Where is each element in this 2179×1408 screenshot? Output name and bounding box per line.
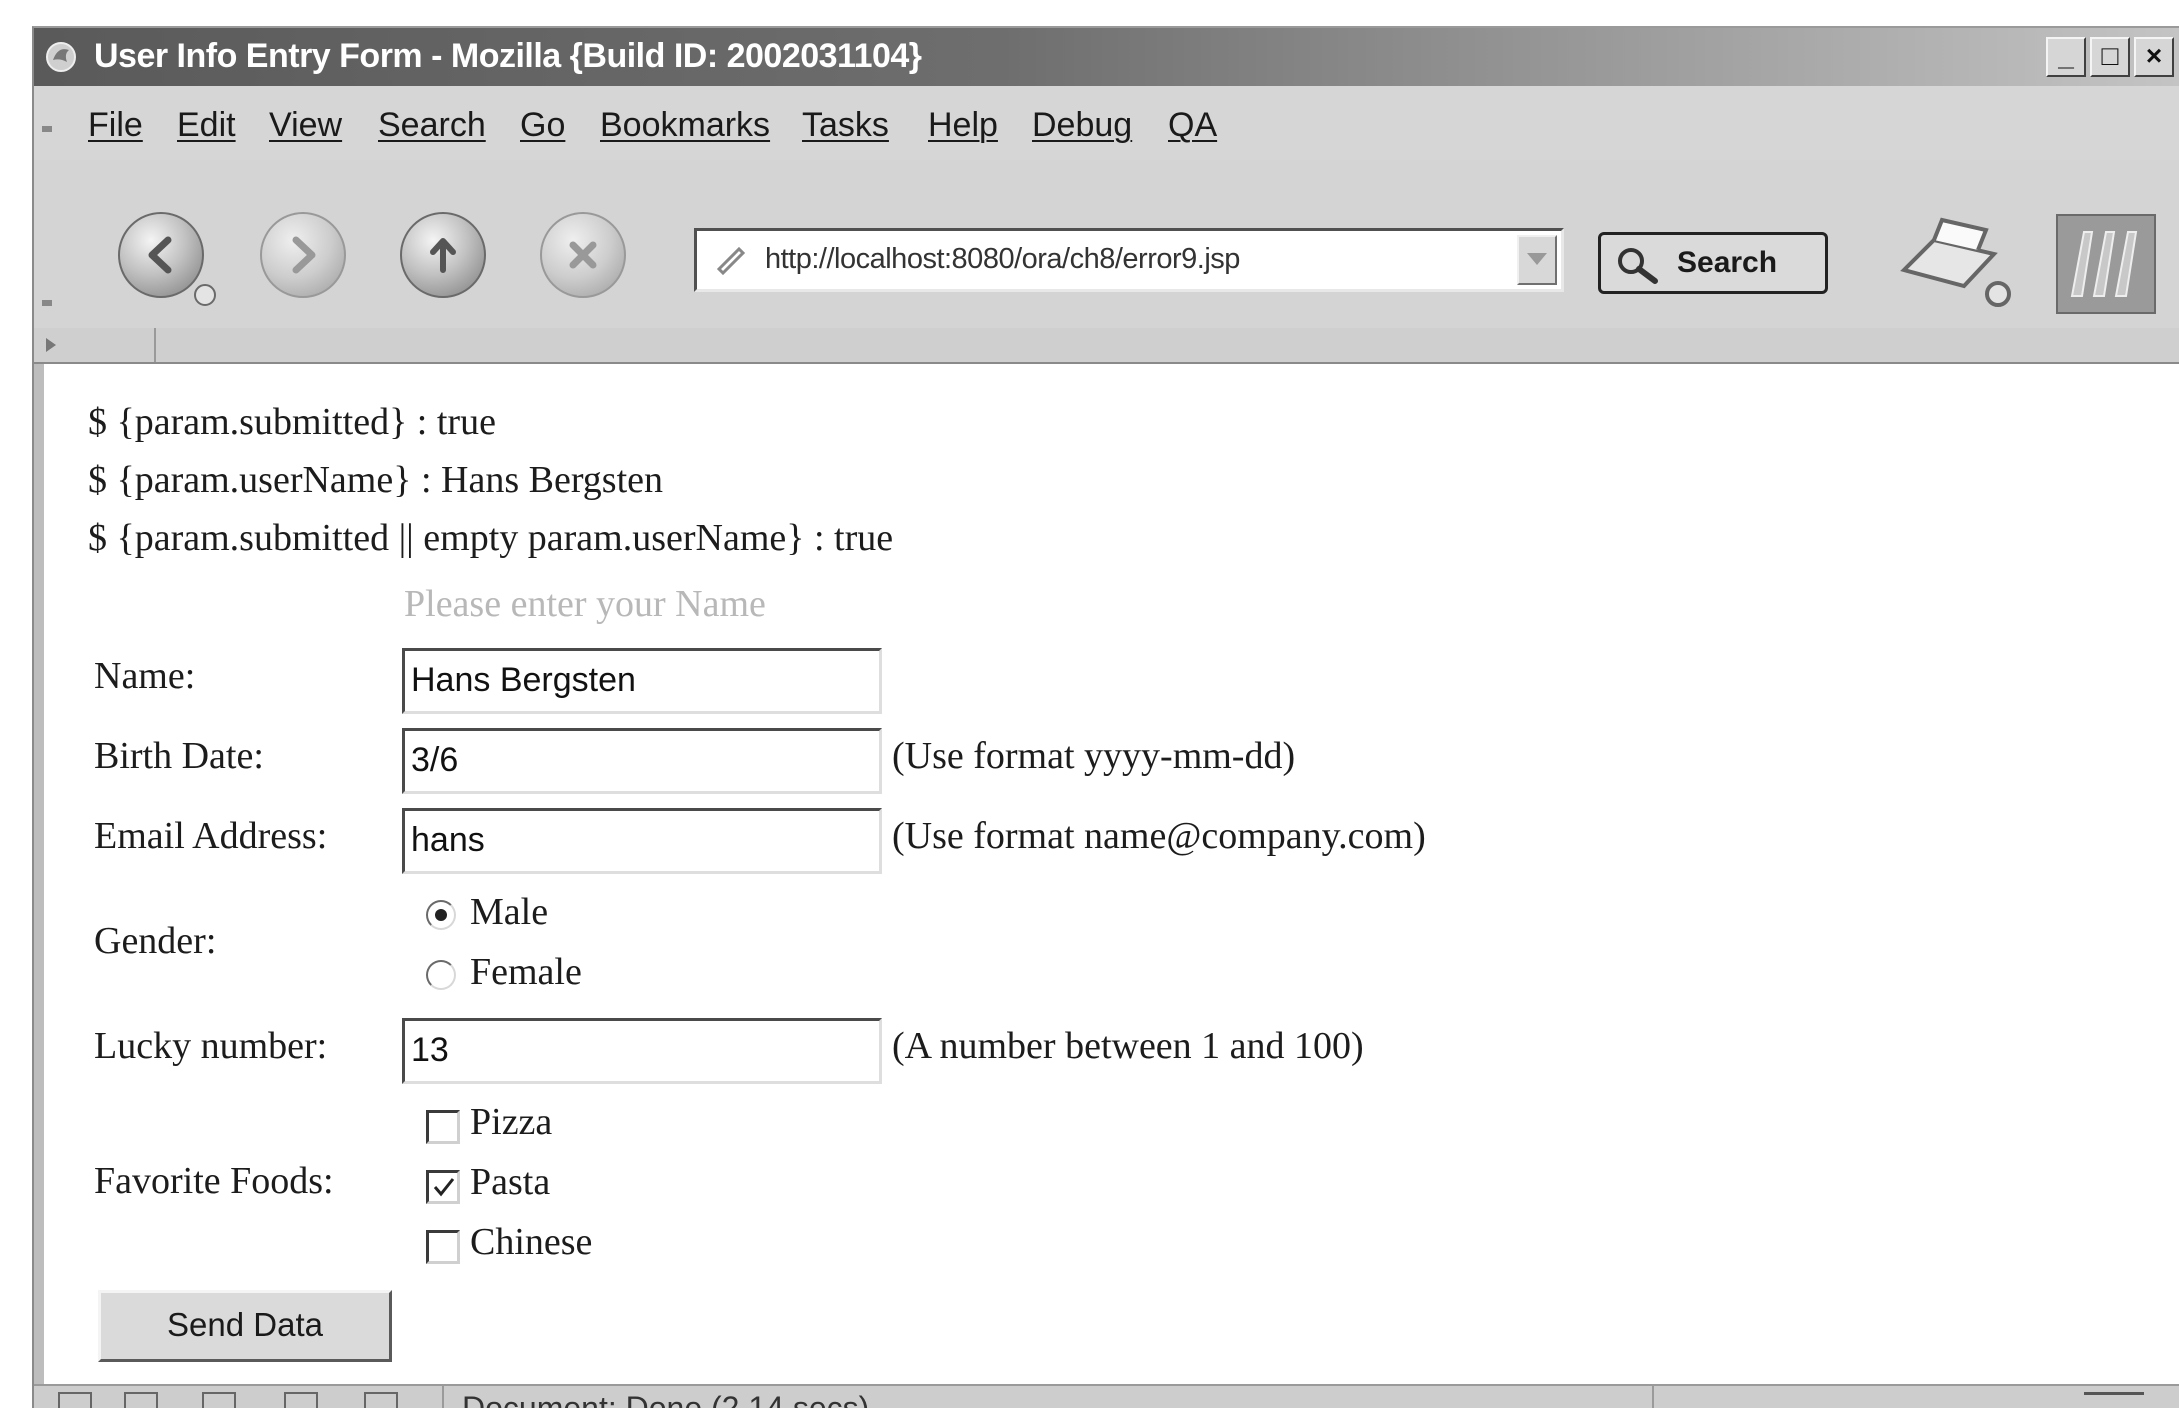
toolbar-grip[interactable] [42,300,52,306]
search-icon [1618,248,1658,284]
favorite-foods-label: Favorite Foods: [94,1160,334,1202]
menu-debug[interactable]: Debug [1032,106,1132,145]
gender-male-label: Male [470,891,549,933]
debug-line-username: $ {param.userName} : Hans Bergsten [88,459,664,501]
menu-qa[interactable]: QA [1168,106,1217,145]
stop-icon [569,241,597,269]
reload-icon [430,238,456,273]
title-bar: User Info Entry Form - Mozilla {Build ID… [34,28,2179,86]
browser-window: User Info Entry Form - Mozilla {Build ID… [32,26,2179,1408]
minimize-button[interactable]: _ [2046,37,2086,77]
window-title: User Info Entry Form - Mozilla {Build ID… [94,37,922,75]
chevron-down-icon [1527,253,1547,265]
status-separator [1652,1386,1654,1408]
menu-view[interactable]: View [269,106,342,145]
menu-tasks[interactable]: Tasks [802,106,889,145]
birth-date-hint: (Use format yyyy-mm-dd) [892,735,1296,777]
personal-toolbar-toggle[interactable] [34,328,156,362]
forward-button[interactable] [260,212,346,298]
birth-date-label: Birth Date: [94,735,264,777]
url-text[interactable]: http://localhost:8080/ora/ch8/error9.jsp [765,243,1240,276]
reload-button[interactable] [400,212,486,298]
maximize-button[interactable]: □ [2090,37,2130,77]
menu-help[interactable]: Help [928,106,998,145]
status-separator [442,1386,444,1408]
send-data-button[interactable]: Send Data [98,1290,392,1362]
birth-date-input[interactable]: 3/6 [402,728,882,794]
lucky-number-label: Lucky number: [94,1025,328,1067]
personal-toolbar [34,328,2179,364]
page-content: $ {param.submitted} : true $ {param.user… [34,364,2179,1384]
back-icon [148,236,172,274]
navigation-toolbar: http://localhost:8080/ora/ch8/error9.jsp… [34,160,2179,330]
menu-search[interactable]: Search [378,106,486,145]
gender-female-label: Female [470,951,582,993]
gender-female-radio[interactable] [426,960,456,990]
email-label: Email Address: [94,815,328,857]
food-chinese-label: Chinese [470,1221,593,1263]
throbber-icon[interactable] [2056,214,2156,314]
search-button[interactable]: Search [1598,232,1828,294]
status-text: Document: Done (2.14 secs) [462,1390,870,1408]
name-label: Name: [94,655,196,697]
menubar-grip[interactable] [42,126,52,132]
gender-male-radio[interactable] [426,900,456,930]
name-input[interactable]: Hans Bergsten [402,648,882,714]
url-dropdown-button[interactable] [1517,235,1557,285]
food-pasta-label: Pasta [470,1161,551,1203]
food-pizza-checkbox[interactable] [426,1110,460,1144]
email-hint: (Use format name@company.com) [892,815,1426,857]
gender-label: Gender: [94,920,217,962]
print-icon[interactable] [1894,210,2014,310]
forward-icon [292,236,316,274]
menu-edit[interactable]: Edit [177,106,236,145]
food-pasta-checkbox[interactable] [426,1170,460,1204]
back-dropdown-icon[interactable] [194,284,216,306]
url-field[interactable]: http://localhost:8080/ora/ch8/error9.jsp [694,228,1564,292]
debug-line-condition: $ {param.submitted || empty param.userNa… [88,517,894,559]
menu-bookmarks[interactable]: Bookmarks [600,106,770,145]
stop-button[interactable] [540,212,626,298]
mozilla-icon [46,42,76,72]
lucky-number-input[interactable]: 13 [402,1018,882,1084]
food-pizza-label: Pizza [470,1101,553,1143]
status-bar: Document: Done (2.14 secs) [34,1384,2179,1408]
name-prompt: Please enter your Name [404,583,766,625]
close-button[interactable]: × [2134,37,2174,77]
search-button-label: Search [1677,246,1778,279]
back-button[interactable] [118,212,216,306]
debug-line-submitted: $ {param.submitted} : true [88,401,496,443]
food-chinese-checkbox[interactable] [426,1230,460,1264]
email-input[interactable]: hans [402,808,882,874]
checkmark-icon [433,1178,455,1197]
page-icon [716,246,746,276]
menu-go[interactable]: Go [520,106,565,145]
menu-bar: File Edit View Search Go Bookmarks Tasks… [34,86,2179,161]
menu-file[interactable]: File [88,106,143,145]
mozilla-logo-icon [2070,231,2138,297]
lucky-number-hint: (A number between 1 and 100) [892,1025,1364,1067]
